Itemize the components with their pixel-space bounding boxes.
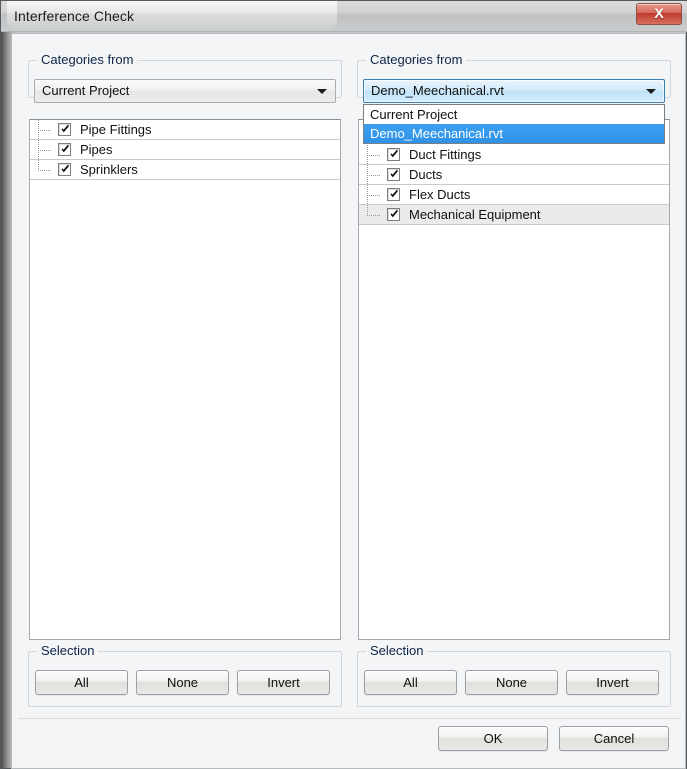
table-row[interactable]: Mechanical Equipment bbox=[359, 205, 669, 225]
left-select-invert-label: Invert bbox=[267, 675, 300, 690]
checkbox-icon[interactable] bbox=[387, 188, 400, 201]
tree-connector bbox=[38, 120, 56, 140]
tree-connector bbox=[38, 140, 56, 160]
right-select-none-button[interactable]: None bbox=[465, 670, 558, 695]
dialog-window: Interference Check X Categories from Cur… bbox=[0, 0, 687, 769]
close-icon: X bbox=[654, 5, 664, 21]
table-cell-label: Flex Ducts bbox=[409, 187, 471, 202]
left-select-none-label: None bbox=[166, 675, 199, 690]
ok-button-label: OK bbox=[483, 731, 503, 746]
table-row[interactable]: Sprinklers bbox=[30, 160, 340, 180]
checkbox-icon[interactable] bbox=[58, 123, 71, 136]
right-select-invert-button[interactable]: Invert bbox=[566, 670, 659, 695]
table-row[interactable]: Pipes bbox=[30, 140, 340, 160]
right-selection-group-title: Selection bbox=[366, 643, 428, 658]
left-category-tree[interactable]: Pipe Fittings Pipes Sprinklers bbox=[29, 119, 341, 640]
right-select-all-button[interactable]: All bbox=[364, 670, 457, 695]
table-cell-label: Pipe Fittings bbox=[80, 122, 152, 137]
right-categories-combo[interactable]: Demo_Meechanical.rvt bbox=[363, 79, 665, 103]
left-select-invert-button[interactable]: Invert bbox=[237, 670, 330, 695]
left-select-none-button[interactable]: None bbox=[136, 670, 229, 695]
checkbox-icon[interactable] bbox=[58, 143, 71, 156]
left-selection-group-title: Selection bbox=[37, 643, 99, 658]
cancel-button-label: Cancel bbox=[593, 731, 635, 746]
tree-connector bbox=[367, 165, 385, 185]
ok-button[interactable]: OK bbox=[438, 726, 548, 751]
right-categories-group-title: Categories from bbox=[366, 52, 467, 67]
table-row[interactable]: Ducts bbox=[359, 165, 669, 185]
right-select-all-label: All bbox=[403, 675, 418, 690]
tree-connector bbox=[367, 205, 385, 225]
left-categories-group-title: Categories from bbox=[37, 52, 138, 67]
tree-connector bbox=[38, 160, 56, 180]
right-categories-combo-value: Demo_Meechanical.rvt bbox=[371, 83, 504, 98]
left-select-all-button[interactable]: All bbox=[35, 670, 128, 695]
table-cell-label: Pipes bbox=[80, 142, 113, 157]
dropdown-option-demo-mechanical[interactable]: Demo_Meechanical.rvt bbox=[364, 124, 664, 143]
right-categories-dropdown[interactable]: Current Project Demo_Meechanical.rvt bbox=[363, 104, 665, 144]
left-categories-combo[interactable]: Current Project bbox=[34, 79, 336, 103]
table-cell-label: Mechanical Equipment bbox=[409, 207, 541, 222]
dialog-client-area: Categories from Current Project Pipe Fit… bbox=[11, 33, 686, 769]
checkbox-icon[interactable] bbox=[387, 148, 400, 161]
chevron-down-icon bbox=[317, 89, 327, 94]
table-row[interactable]: Duct Fittings bbox=[359, 145, 669, 165]
chevron-down-icon bbox=[646, 89, 656, 94]
table-row[interactable]: Pipe Fittings bbox=[30, 120, 340, 140]
right-select-none-label: None bbox=[495, 675, 528, 690]
left-select-all-label: All bbox=[74, 675, 89, 690]
checkbox-icon[interactable] bbox=[58, 163, 71, 176]
tree-connector bbox=[367, 185, 385, 205]
table-cell-label: Ducts bbox=[409, 167, 443, 182]
right-category-tree[interactable]: Duct Fittings Ducts Flex Ducts Mechanica… bbox=[358, 119, 670, 640]
table-cell-label: Sprinklers bbox=[80, 162, 138, 177]
dropdown-option-current-project[interactable]: Current Project bbox=[364, 105, 664, 124]
checkbox-icon[interactable] bbox=[387, 208, 400, 221]
table-row[interactable]: Flex Ducts bbox=[359, 185, 669, 205]
checkbox-icon[interactable] bbox=[387, 168, 400, 181]
footer-divider bbox=[18, 718, 681, 719]
window-title: Interference Check bbox=[14, 8, 135, 24]
left-categories-combo-value: Current Project bbox=[42, 83, 130, 98]
table-cell-label: Duct Fittings bbox=[409, 147, 482, 162]
tree-connector bbox=[367, 145, 385, 165]
right-select-invert-label: Invert bbox=[596, 675, 629, 690]
close-button[interactable]: X bbox=[636, 3, 682, 25]
title-bar: Interference Check X bbox=[1, 1, 687, 32]
cancel-button[interactable]: Cancel bbox=[559, 726, 669, 751]
